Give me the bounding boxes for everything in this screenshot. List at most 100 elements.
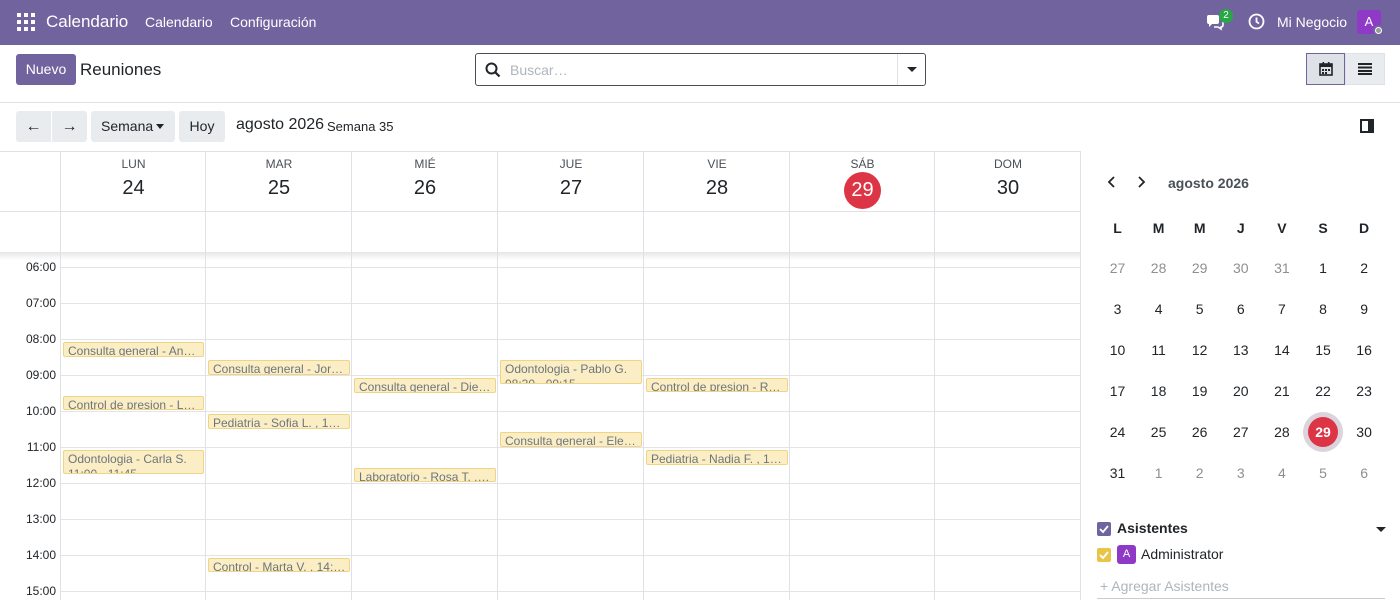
calendar-event[interactable]: Odontologia - Pablo G. 08:30 - 09:15: [500, 360, 642, 384]
hour-line: [61, 411, 1080, 412]
mini-day[interactable]: 3: [1097, 294, 1138, 324]
mini-day[interactable]: 10: [1097, 335, 1138, 365]
day-header[interactable]: LUN 24: [61, 152, 206, 211]
mini-day[interactable]: 28: [1261, 417, 1302, 447]
calendar-event[interactable]: Consulta general - Die…: [354, 378, 496, 393]
menu-calendario[interactable]: Calendario: [145, 14, 213, 30]
mini-weekday-label: D: [1359, 220, 1370, 236]
day-header[interactable]: DOM 30: [935, 152, 1080, 211]
mini-day[interactable]: 23: [1344, 376, 1385, 406]
mini-day[interactable]: 31: [1261, 253, 1302, 283]
calendar-event[interactable]: Consulta general - Jor…: [208, 360, 350, 375]
add-attendees-input[interactable]: + Agregar Asistentes: [1100, 578, 1229, 594]
event-title: Odontologia - Pablo G.: [505, 362, 628, 376]
mini-day[interactable]: 6: [1344, 458, 1385, 488]
mini-day-today[interactable]: 29: [1303, 417, 1344, 447]
attendee-checkbox[interactable]: [1097, 548, 1111, 562]
previous-period-button[interactable]: ←: [16, 111, 51, 142]
list-view-button[interactable]: [1345, 53, 1385, 85]
day-header[interactable]: JUE 27: [498, 152, 644, 211]
day-number: 28: [705, 177, 729, 199]
today-button[interactable]: Hoy: [179, 111, 225, 142]
user-status-icon: [1373, 25, 1384, 36]
mini-weekday-label: L: [1113, 220, 1122, 236]
company-switcher[interactable]: Mi Negocio: [1277, 14, 1347, 30]
mini-next-month-icon[interactable]: [1134, 175, 1148, 189]
mini-day[interactable]: 20: [1220, 376, 1261, 406]
mini-day[interactable]: 9: [1344, 294, 1385, 324]
mini-day[interactable]: 19: [1179, 376, 1220, 406]
mini-day[interactable]: 27: [1097, 253, 1138, 283]
mini-day-number: 15: [1315, 342, 1331, 358]
mini-day[interactable]: 30: [1220, 253, 1261, 283]
mini-day[interactable]: 8: [1303, 294, 1344, 324]
day-name: SÁB: [850, 157, 875, 171]
mini-day[interactable]: 15: [1303, 335, 1344, 365]
event-title: Consulta general - Jor…: [213, 362, 344, 375]
mini-day[interactable]: 25: [1138, 417, 1179, 447]
event-title: Pediatria - Sofia L. , 1…: [213, 416, 341, 429]
collapse-caret-icon[interactable]: [1376, 527, 1386, 532]
mini-day[interactable]: 31: [1097, 458, 1138, 488]
mini-day[interactable]: 26: [1179, 417, 1220, 447]
mini-day[interactable]: 21: [1261, 376, 1302, 406]
top-navbar: Calendario Calendario Configuración 2 Mi…: [0, 0, 1400, 45]
mini-prev-month-icon[interactable]: [1105, 175, 1119, 189]
calendar-view-button[interactable]: [1306, 53, 1345, 85]
mini-day[interactable]: 1: [1303, 253, 1344, 283]
search-options-toggle[interactable]: [897, 54, 925, 85]
calendar-event[interactable]: Laboratorio - Rosa T. ,…: [354, 468, 496, 482]
mini-day[interactable]: 4: [1138, 294, 1179, 324]
calendar-event[interactable]: Control de presion - L…: [63, 396, 204, 410]
mini-day[interactable]: 12: [1179, 335, 1220, 365]
calendar-event[interactable]: Control de presion - R…: [646, 378, 788, 392]
mini-day[interactable]: 13: [1220, 335, 1261, 365]
list-icon: [1358, 63, 1372, 75]
apps-menu-icon[interactable]: [17, 13, 35, 31]
mini-day[interactable]: 4: [1261, 458, 1302, 488]
new-button[interactable]: Nuevo: [16, 54, 76, 85]
mini-day[interactable]: 17: [1097, 376, 1138, 406]
mini-day[interactable]: 2: [1179, 458, 1220, 488]
mini-day[interactable]: 7: [1261, 294, 1302, 324]
search-input[interactable]: [510, 60, 890, 80]
calendar-event[interactable]: Odontologia - Carla S. 11:00 - 11:45: [63, 450, 204, 474]
mini-day-number: 3: [1236, 465, 1245, 481]
calendar-event[interactable]: Pediatria - Nadia F. , 1…: [646, 450, 788, 465]
search-icon[interactable]: [485, 62, 501, 78]
attendees-filter-checkbox[interactable]: [1097, 522, 1111, 536]
menu-configuracion[interactable]: Configuración: [230, 14, 316, 30]
next-period-button[interactable]: →: [52, 111, 87, 142]
day-header[interactable]: VIE 28: [644, 152, 790, 211]
day-header[interactable]: SÁB 29: [790, 152, 935, 211]
mini-day[interactable]: 27: [1220, 417, 1261, 447]
mini-day[interactable]: 28: [1138, 253, 1179, 283]
day-header[interactable]: MAR 25: [206, 152, 352, 211]
scale-dropdown[interactable]: Semana: [91, 111, 175, 142]
app-name[interactable]: Calendario: [46, 12, 128, 32]
check-icon: [1099, 551, 1109, 560]
mini-day[interactable]: 14: [1261, 335, 1302, 365]
mini-day[interactable]: 1: [1138, 458, 1179, 488]
mini-day[interactable]: 16: [1344, 335, 1385, 365]
mini-day[interactable]: 5: [1179, 294, 1220, 324]
mini-day[interactable]: 30: [1344, 417, 1385, 447]
mini-day[interactable]: 6: [1220, 294, 1261, 324]
mini-day[interactable]: 2: [1344, 253, 1385, 283]
chat-count-badge: 2: [1219, 9, 1233, 23]
mini-day[interactable]: 29: [1179, 253, 1220, 283]
calendar-event[interactable]: Consulta general - An…: [63, 342, 204, 357]
toggle-sidebar-icon[interactable]: [1360, 119, 1374, 133]
mini-day[interactable]: 11: [1138, 335, 1179, 365]
hour-label: 07:00: [25, 296, 56, 310]
mini-day[interactable]: 24: [1097, 417, 1138, 447]
calendar-event[interactable]: Pediatria - Sofia L. , 1…: [208, 414, 350, 429]
activity-clock-icon[interactable]: [1248, 13, 1265, 30]
mini-day[interactable]: 5: [1303, 458, 1344, 488]
calendar-event[interactable]: Consulta general - Ele…: [500, 432, 642, 447]
mini-day[interactable]: 22: [1303, 376, 1344, 406]
calendar-event[interactable]: Control - Marta V. , 14:…: [208, 558, 350, 572]
mini-day[interactable]: 3: [1220, 458, 1261, 488]
mini-day[interactable]: 18: [1138, 376, 1179, 406]
day-header[interactable]: MIÉ 26: [352, 152, 498, 211]
